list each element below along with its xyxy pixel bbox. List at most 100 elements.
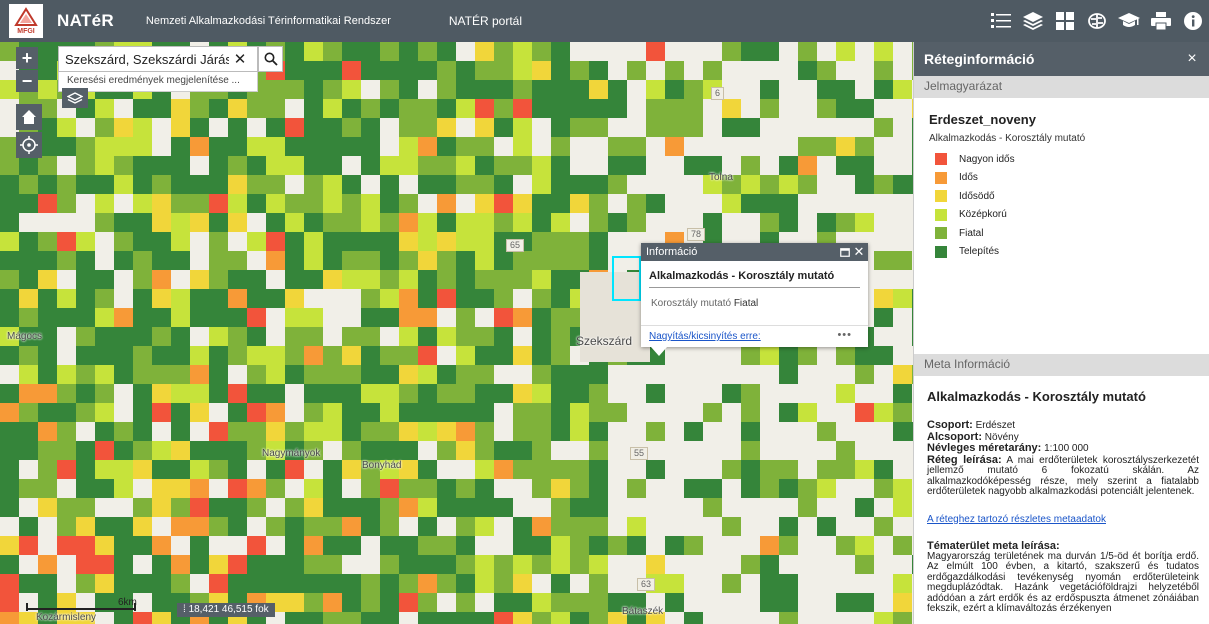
forest-cell [627,213,646,232]
forest-cell [513,346,532,365]
forest-cell [152,327,171,346]
forest-cell [665,593,684,612]
forest-cell [57,441,76,460]
forest-cell [19,422,38,441]
forest-cell [779,403,798,422]
forest-cell [114,460,133,479]
placename-tolna: Tolna [709,172,733,183]
forest-cell [380,80,399,99]
graduation-cap-icon[interactable] [1113,0,1145,42]
forest-cell [95,137,114,156]
zoom-out-button[interactable]: − [16,70,38,92]
forest-cell [874,61,893,80]
forest-cell [323,498,342,517]
forest-cell [361,479,380,498]
forest-cell [0,422,19,441]
search-input[interactable] [59,51,229,67]
forest-cell [551,118,570,137]
forest-cell [19,194,38,213]
forest-cell [342,251,361,270]
forest-cell [380,99,399,118]
forest-cell [19,403,38,422]
meta-section-header[interactable]: Meta Információ [914,354,1209,376]
forest-cell [646,80,665,99]
forest-cell [342,612,361,624]
popup-more-menu[interactable]: ••• [837,329,852,341]
forest-cell [855,99,874,118]
forest-cell [304,555,323,574]
forest-cell [589,118,608,137]
print-icon[interactable] [1145,0,1177,42]
forest-cell [532,422,551,441]
forest-cell [494,612,513,624]
forest-cell [437,175,456,194]
forest-cell [171,555,190,574]
forest-cell [399,118,418,137]
legend-swatch [935,190,947,203]
forest-cell [760,574,779,593]
forest-cell [437,232,456,251]
forest-cell [285,574,304,593]
grid-icon[interactable] [1049,0,1081,42]
forest-cell [209,498,228,517]
forest-cell [684,479,703,498]
zoom-in-button[interactable]: + [16,47,38,69]
forest-cell [152,574,171,593]
metadata-link[interactable]: A réteghez tartozó részletes metaadatok [927,514,1199,526]
layers-icon[interactable] [1017,0,1049,42]
forest-cell [570,403,589,422]
forest-cell [361,384,380,403]
clear-icon[interactable]: ✕ [229,50,251,68]
forest-cell [171,365,190,384]
list-icon[interactable] [985,0,1017,42]
forest-cell [836,593,855,612]
popup-header: Információ ✕ [641,243,868,261]
popup-zoom-link[interactable]: Nagyítás/kicsinyítés erre: [649,331,761,342]
forest-cell [399,555,418,574]
forest-cell [190,517,209,536]
forest-cell [665,118,684,137]
locate-button[interactable] [16,132,42,158]
search-results-hint[interactable]: Keresési eredmények megjelenítése ... [58,72,258,92]
forest-cell [266,156,285,175]
forest-cell [95,536,114,555]
forest-cell [228,441,247,460]
legend-section-header[interactable]: Jelmagyarázat [914,76,1209,98]
forest-cell [722,384,741,403]
forest-cell [798,42,817,61]
forest-cell [665,574,684,593]
popup-close-icon[interactable]: ✕ [852,243,866,261]
forest-cell [437,80,456,99]
forest-cell [57,403,76,422]
forest-cell [570,384,589,403]
mfgi-logo[interactable]: MFGI [9,4,43,38]
search-button[interactable] [258,46,283,72]
forest-cell [456,251,475,270]
forest-cell [513,137,532,156]
forest-cell [190,403,209,422]
forest-cell [247,232,266,251]
forest-cell [475,118,494,137]
selected-feature-highlight[interactable] [612,256,641,301]
forest-cell [456,308,475,327]
forest-cell [456,346,475,365]
forest-cell [456,517,475,536]
forest-cell [0,289,19,308]
forest-cell [228,289,247,308]
home-button[interactable] [16,104,42,130]
map-layers-button[interactable] [62,88,88,108]
legend-caption: Alkalmazkodás - Korosztály mutató [929,133,1086,144]
forest-cell [589,517,608,536]
info-icon[interactable] [1177,0,1209,42]
brain-icon[interactable] [1081,0,1113,42]
forest-cell [475,80,494,99]
forest-cell [570,365,589,384]
maximize-icon[interactable] [838,243,852,261]
portal-link[interactable]: NATÉR portál [449,14,522,28]
forest-cell [190,346,209,365]
forest-cell [589,80,608,99]
forest-cell [323,365,342,384]
panel-close-button[interactable]: × [1175,50,1209,68]
forest-cell [608,403,627,422]
forest-cell [741,384,760,403]
